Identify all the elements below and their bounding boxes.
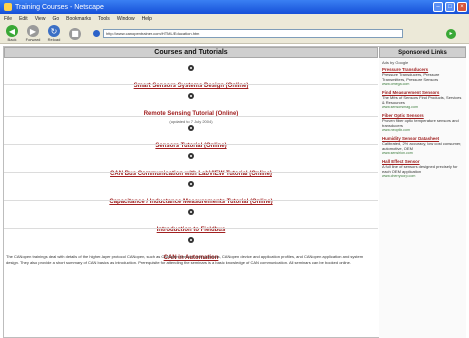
- course-item: Capacitance / Inductance Measurements Tu…: [4, 181, 378, 207]
- ad-body: A full line of sensors designed precisel…: [382, 164, 458, 174]
- bullet-icon: [188, 153, 194, 159]
- menu-view[interactable]: View: [35, 16, 46, 22]
- ad-body: Proven fiber optic temperature sensors a…: [382, 118, 459, 128]
- window-title: Training Courses - Netscape: [15, 3, 104, 11]
- divider: [4, 172, 378, 173]
- menu-bookmarks[interactable]: Bookmarks: [66, 16, 91, 22]
- course-item: Smart Sensors Systems Design (Online): [4, 65, 378, 91]
- bullet-icon: [188, 209, 194, 215]
- bullet-icon: [188, 237, 194, 243]
- divider: [4, 144, 378, 145]
- sponsored-header: Sponsored Links: [379, 47, 466, 58]
- divider: [4, 116, 378, 117]
- back-button[interactable]: ◀ Back: [3, 25, 21, 42]
- maximize-icon[interactable]: □: [445, 2, 455, 12]
- page-icon: [93, 30, 100, 37]
- minimize-icon[interactable]: –: [433, 2, 443, 12]
- divider: [4, 84, 378, 85]
- courses-header: Courses and Tutorials: [4, 47, 378, 58]
- ad-body: Calibrated, 2% accuracy, low cost consum…: [382, 141, 462, 151]
- courses-column: Courses and Tutorials Smart Sensors Syst…: [4, 47, 378, 338]
- menu-file[interactable]: File: [4, 16, 12, 22]
- menu-bar: File Edit View Go Bookmarks Tools Window…: [0, 14, 469, 24]
- course-item: Introduction to Fieldbus: [4, 209, 378, 235]
- browser-window: Training Courses - Netscape – □ × File E…: [0, 0, 469, 338]
- web-page: Courses and Tutorials Smart Sensors Syst…: [3, 46, 466, 338]
- ad-url[interactable]: www.sensirion.com: [382, 151, 463, 155]
- stop-button[interactable]: ■: [66, 27, 84, 40]
- forward-arrow-icon: ▶: [27, 25, 39, 37]
- ad-body: Pressure Transducers, Pressure Transmitt…: [382, 72, 440, 82]
- course-item: CAN Bus Communication with LabVIEW Tutor…: [4, 153, 378, 179]
- address-input[interactable]: http://www.canopentrainer.com/HTML/Educa…: [103, 29, 403, 38]
- menu-go[interactable]: Go: [52, 16, 59, 22]
- window-controls: – □ ×: [433, 2, 469, 12]
- sponsored-links-column: Sponsored Links Ads by Google Pressure T…: [379, 47, 466, 338]
- ad-url[interactable]: www.cherrycorp.com: [382, 174, 463, 178]
- menu-help[interactable]: Help: [142, 16, 152, 22]
- back-arrow-icon: ◀: [6, 25, 18, 37]
- netscape-icon: [4, 3, 12, 11]
- menu-edit[interactable]: Edit: [19, 16, 28, 22]
- divider: [4, 200, 378, 201]
- ad-item: Pressure Transducers Pressure Transducer…: [379, 67, 466, 86]
- ad-item: Fiber Optic Sensors Proven fiber optic t…: [379, 113, 466, 132]
- title-bar: Training Courses - Netscape – □ ×: [0, 0, 469, 14]
- ad-body: The Mfrs of Sensors Find Products, Servi…: [382, 95, 462, 105]
- divider: [4, 228, 378, 229]
- close-icon[interactable]: ×: [457, 2, 467, 12]
- location-bar: http://www.canopentrainer.com/HTML/Educa…: [93, 28, 469, 39]
- course-note: (updated to 7 July 2004): [169, 119, 213, 124]
- bullet-icon: [188, 181, 194, 187]
- navigation-toolbar: ◀ Back ▶ Forward ↻ Reload ■ http://www.c…: [0, 24, 469, 44]
- reload-icon: ↻: [48, 25, 60, 37]
- reload-button[interactable]: ↻ Reload: [45, 25, 63, 42]
- bullet-icon: [188, 65, 194, 71]
- menu-tools[interactable]: Tools: [98, 16, 110, 22]
- course-item: Sensors Tutorial (Online): [4, 125, 378, 151]
- ad-url[interactable]: www.neoptix.com: [382, 128, 463, 132]
- ad-item: Humidity Sensor Datasheet Calibrated, 2%…: [379, 136, 466, 155]
- stop-icon: ■: [69, 27, 81, 40]
- ad-url[interactable]: www.sensorsmag.com: [382, 105, 463, 109]
- bullet-icon: [188, 93, 194, 99]
- ad-url[interactable]: www.omega.com: [382, 82, 463, 86]
- bullet-icon: [188, 125, 194, 131]
- ad-item: Hall Effect Sensor A full line of sensor…: [379, 159, 466, 178]
- menu-window[interactable]: Window: [117, 16, 135, 22]
- forward-button[interactable]: ▶ Forward: [24, 25, 42, 42]
- course-description: The CANopen trainings deal with details …: [6, 254, 364, 265]
- course-item: Remote Sensing Tutorial (Online) (update…: [4, 93, 378, 124]
- search-go-button[interactable]: ▸: [446, 28, 456, 39]
- ads-by-google[interactable]: Ads by Google: [379, 58, 466, 67]
- ad-item: Find Measurement Sensors The Mfrs of Sen…: [379, 90, 466, 109]
